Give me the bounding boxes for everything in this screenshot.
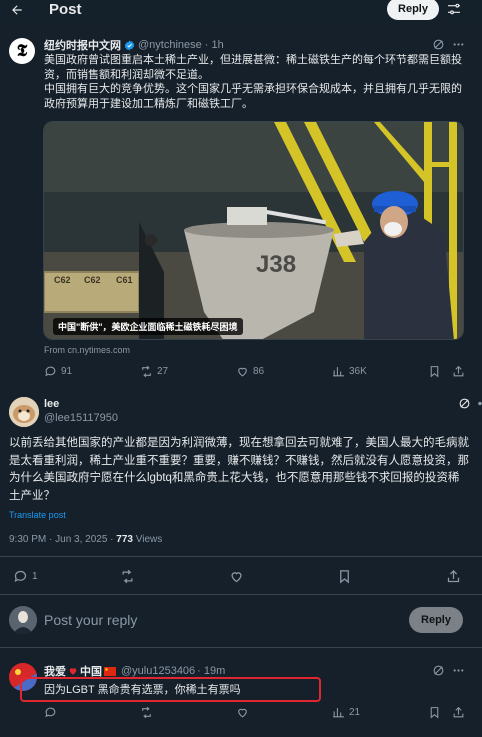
heart-icon: [238, 367, 247, 377]
views-action[interactable]: 36K: [332, 365, 367, 378]
reply-action[interactable]: [44, 706, 57, 719]
grok-icon[interactable]: [432, 38, 445, 51]
views-label: Views: [132, 534, 163, 545]
reply-count: 91: [61, 366, 73, 377]
repost-action[interactable]: 27: [140, 365, 168, 378]
lee-avatar[interactable]: [9, 397, 39, 427]
quoted-author-handle[interactable]: @nytchinese: [138, 39, 202, 51]
reply-author-handle[interactable]: @yulu1253406: [121, 665, 195, 677]
media-caption: 中国"断供"，美欧企业面临稀土磁铁耗尽困境: [53, 318, 243, 335]
bookmark-icon: [430, 366, 439, 378]
post-media-image[interactable]: C62 C62 C61 J38: [43, 121, 464, 340]
bookmark-action[interactable]: [428, 365, 441, 378]
heart-icon: [238, 708, 247, 718]
main-post-text: 以前丢给其他国家的产业都是因为利润微薄，现在想拿回去可就难了，美国人最大的毛病就…: [9, 437, 469, 502]
like-action[interactable]: [229, 569, 244, 584]
tank-label: J38: [256, 251, 296, 278]
reply-input[interactable]: Post your reply: [44, 612, 137, 628]
like-count: 86: [253, 366, 265, 377]
share-action[interactable]: [452, 365, 465, 378]
reply-header-button[interactable]: Reply: [387, 0, 439, 20]
like-action[interactable]: [236, 706, 249, 719]
share-icon: [447, 569, 460, 583]
repost-icon: [142, 365, 151, 378]
verified-badge-icon: [124, 39, 135, 51]
post-timestamp[interactable]: 9:30 PM · Jun 3, 2025 · 773 Views: [9, 534, 162, 545]
china-flag-icon: [104, 666, 116, 676]
reply-post-time[interactable]: · 19m: [197, 665, 225, 677]
share-icon: [453, 706, 464, 718]
reply-count: 1: [32, 571, 38, 582]
source-link[interactable]: From cn.nytimes.com: [44, 345, 130, 355]
translate-post-link[interactable]: Translate post: [9, 510, 66, 520]
divider: [0, 594, 482, 595]
divider: [0, 647, 482, 648]
crate-label-c62-2: C62: [84, 275, 101, 285]
views-count: 36K: [349, 366, 367, 377]
views-icon: [333, 367, 344, 377]
main-author-handle[interactable]: @lee15117950: [44, 412, 118, 424]
quoted-post-text: 美国政府曾试图重启本土稀土产业，但进展甚微：稀土磁铁生产的每个环节都需巨额投资，…: [44, 54, 462, 110]
more-options-icon[interactable]: [452, 664, 465, 677]
views-icon: [333, 708, 344, 718]
back-arrow-icon[interactable]: [6, 0, 28, 20]
reply-action[interactable]: 91: [44, 365, 72, 378]
reply-action[interactable]: 1: [13, 569, 38, 584]
grok-icon[interactable]: [432, 664, 445, 677]
repost-icon: [142, 706, 151, 719]
current-user-avatar[interactable]: [9, 606, 37, 634]
main-author-name[interactable]: lee: [44, 398, 59, 410]
tune-icon[interactable]: [446, 1, 462, 17]
reply-submit-button[interactable]: Reply: [409, 607, 463, 633]
views-action[interactable]: 21: [332, 706, 360, 719]
reply-views-count: 21: [349, 707, 361, 718]
page-title: Post: [49, 1, 82, 18]
bookmark-icon: [340, 570, 349, 584]
repost-icon: [122, 569, 133, 584]
share-icon: [453, 365, 464, 377]
repost-action[interactable]: [120, 569, 135, 584]
reply-icon: [14, 570, 27, 583]
bookmark-action[interactable]: [337, 569, 352, 584]
heart-icon: [231, 572, 242, 583]
repost-action[interactable]: [140, 706, 153, 719]
like-action[interactable]: 86: [236, 365, 264, 378]
more-options-icon[interactable]: [452, 38, 465, 51]
share-action[interactable]: [446, 569, 461, 584]
crate-label-c62: C62: [54, 275, 71, 285]
quoted-post-header: 纽约时报中文网 @nytchinese · 1h: [44, 37, 224, 53]
grok-icon[interactable]: [458, 397, 471, 410]
quoted-post-time[interactable]: · 1h: [205, 39, 224, 51]
repost-count: 27: [157, 366, 169, 377]
crate-label-c61: C61: [116, 275, 133, 285]
highlight-box: [20, 677, 321, 702]
bookmark-action[interactable]: [428, 706, 441, 719]
reply-icon: [45, 366, 56, 377]
more-options-icon[interactable]: [478, 397, 482, 410]
views-count: 773: [116, 534, 133, 545]
reply-icon: [45, 707, 56, 718]
timestamp-text: 9:30 PM · Jun 3, 2025 ·: [9, 534, 117, 545]
share-action[interactable]: [452, 706, 465, 719]
nyt-avatar[interactable]: 𝕿: [9, 38, 35, 64]
quoted-author-name[interactable]: 纽约时报中文网: [44, 37, 121, 53]
bookmark-icon: [430, 707, 439, 719]
divider: [0, 556, 482, 557]
heart-emoji-icon: [69, 668, 77, 675]
